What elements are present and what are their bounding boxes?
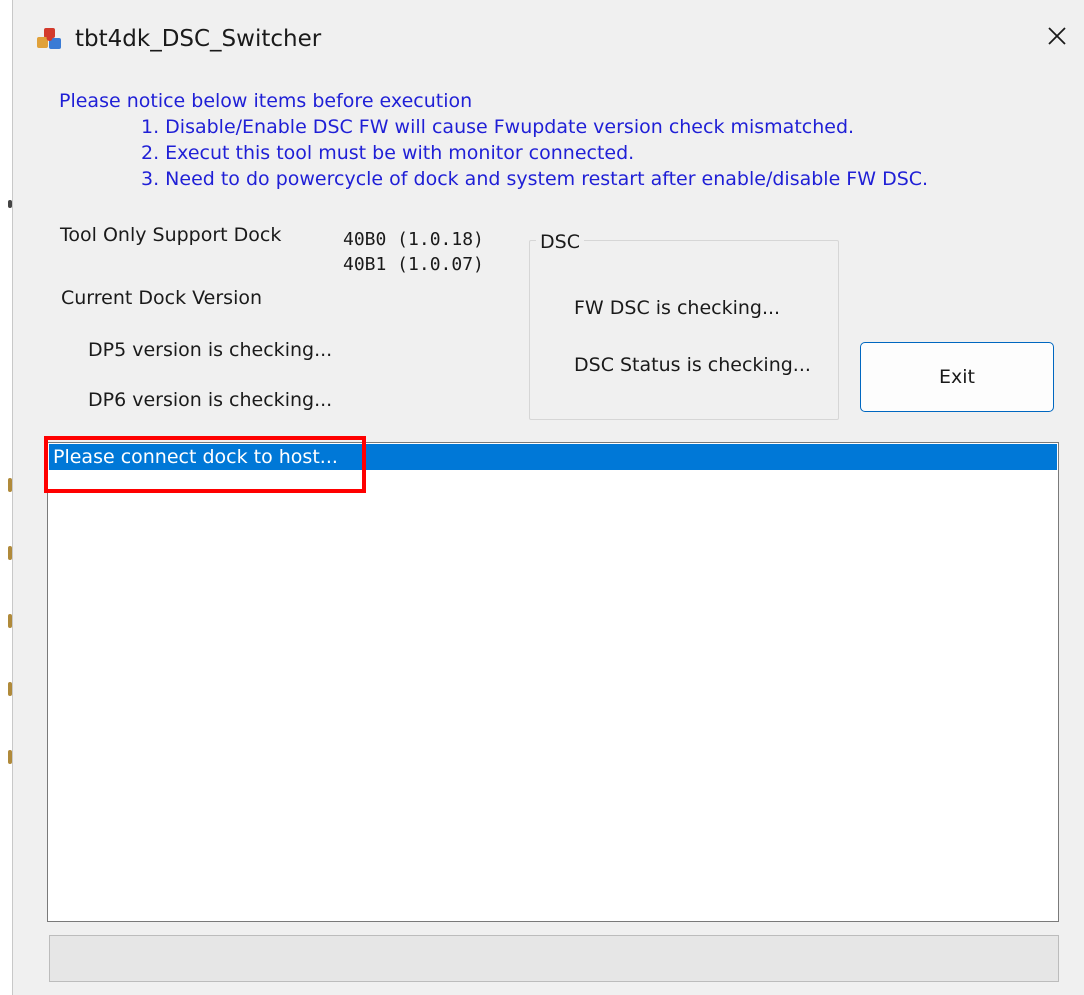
exit-button[interactable]: Exit (860, 342, 1054, 412)
close-icon[interactable] (1046, 25, 1068, 47)
close-button[interactable] (1037, 14, 1077, 58)
notice-item-1: 1. Disable/Enable DSC FW will cause Fwup… (141, 116, 855, 138)
dsc-groupbox (529, 240, 839, 420)
dp6-version-status: DP6 version is checking... (88, 389, 333, 411)
current-dock-version-label: Current Dock Version (61, 287, 263, 309)
notice-heading: Please notice below items before executi… (59, 90, 473, 112)
dialog-window: tbt4dk_DSC_Switcher Please notice below … (12, 0, 1084, 995)
dp5-version-status: DP5 version is checking... (88, 339, 333, 361)
window-title: tbt4dk_DSC_Switcher (75, 26, 322, 52)
app-puzzle-icon (35, 26, 63, 52)
title-bar: tbt4dk_DSC_Switcher (13, 0, 1084, 80)
notice-item-2: 2. Execut this tool must be with monitor… (141, 142, 635, 164)
support-version-2: 40B1 (1.0.07) (343, 254, 484, 275)
fw-dsc-status: FW DSC is checking... (574, 297, 781, 319)
support-version-1: 40B0 (1.0.18) (343, 229, 484, 250)
dsc-group-label: DSC (536, 231, 584, 253)
list-item-selected[interactable]: Please connect dock to host... (49, 444, 1057, 470)
background-strip (0, 0, 12, 995)
notice-item-3: 3. Need to do powercycle of dock and sys… (141, 168, 929, 190)
status-bar (49, 935, 1059, 982)
support-dock-label: Tool Only Support Dock (60, 224, 282, 246)
log-listbox[interactable]: Please connect dock to host... (47, 442, 1059, 922)
dsc-status: DSC Status is checking... (574, 354, 811, 376)
